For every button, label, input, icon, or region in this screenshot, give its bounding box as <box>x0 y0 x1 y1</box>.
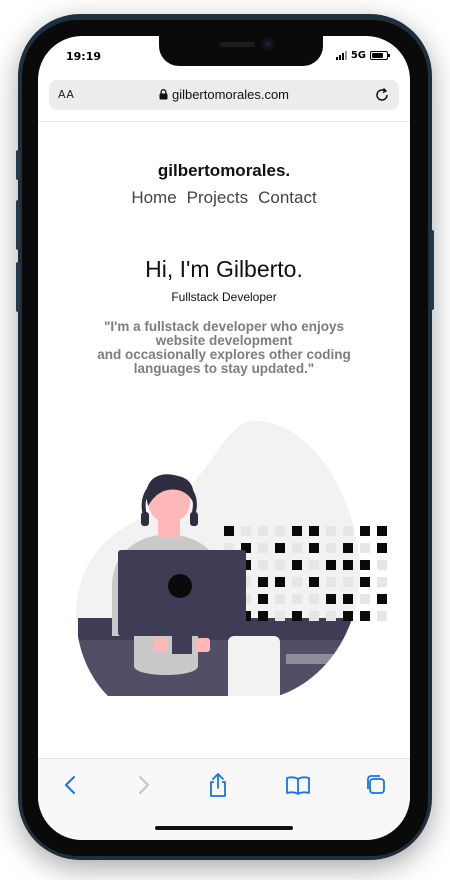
hero-title: Hi, I'm Gilberto. <box>145 256 303 282</box>
code-pixel <box>275 594 285 604</box>
code-pixel <box>258 577 268 587</box>
code-pixel <box>258 611 268 621</box>
code-pixel <box>258 560 268 570</box>
code-pixel <box>292 594 302 604</box>
phone-screen: 19:19 5G AA gilbertomorales.com gilberto… <box>38 36 410 840</box>
phone-side-button <box>16 150 20 180</box>
front-camera <box>262 38 274 50</box>
code-pixel <box>292 543 302 553</box>
code-pixel <box>292 577 302 587</box>
status-time: 19:19 <box>66 50 102 63</box>
code-pixel <box>377 611 387 621</box>
hero-subtitle: Fullstack Developer <box>171 290 277 304</box>
network-label: 5G <box>350 50 366 61</box>
site-nav: Home Projects Contact <box>38 188 410 208</box>
quote-line: "I'm a fullstack developer who enjoys <box>104 319 344 334</box>
code-pixel <box>343 611 353 621</box>
url-text: gilbertomorales.com <box>171 87 290 102</box>
code-pixel <box>326 594 336 604</box>
speaker-grille <box>219 42 255 47</box>
code-pixel <box>360 611 370 621</box>
code-pixel <box>360 560 370 570</box>
url-field[interactable]: gilbertomorales.com <box>49 87 399 102</box>
code-pixel <box>343 594 353 604</box>
code-pixel <box>377 577 387 587</box>
code-pixel <box>275 611 285 621</box>
nav-contact[interactable]: Contact <box>258 188 317 208</box>
notch <box>159 36 323 66</box>
code-pixel <box>326 543 336 553</box>
phone-volume-down <box>16 262 20 312</box>
forward-button[interactable] <box>130 771 158 799</box>
forward-icon <box>139 776 149 794</box>
code-pixel <box>309 594 319 604</box>
code-pixel <box>258 594 268 604</box>
code-pixel <box>360 543 370 553</box>
bookmarks-icon <box>286 776 310 795</box>
code-pixel <box>275 560 285 570</box>
code-pixel <box>292 611 302 621</box>
developer-illustration <box>76 420 387 697</box>
code-pixel <box>343 543 353 553</box>
code-pixel <box>377 543 387 553</box>
toolbar-divider <box>38 121 410 122</box>
code-pixel <box>275 577 285 587</box>
code-pixel <box>326 526 336 536</box>
battery-icon <box>370 51 390 60</box>
code-pixel <box>377 560 387 570</box>
phone-volume-up <box>16 200 20 250</box>
bookmarks-button[interactable] <box>284 771 312 799</box>
code-pixel <box>309 526 319 536</box>
code-pixel <box>377 594 387 604</box>
code-pixel <box>360 594 370 604</box>
share-icon <box>210 773 226 797</box>
lock-icon <box>159 89 168 100</box>
quote-line: languages to stay updated." <box>133 361 315 376</box>
code-pixel <box>326 560 336 570</box>
code-pixel <box>309 543 319 553</box>
code-pixel <box>275 543 285 553</box>
back-icon <box>65 776 75 794</box>
code-pixel <box>360 526 370 536</box>
code-pixel <box>224 526 234 536</box>
code-pixel <box>377 526 387 536</box>
code-pixel <box>343 560 353 570</box>
tabs-icon <box>367 775 385 794</box>
code-pixel <box>241 526 251 536</box>
code-pixel <box>309 611 319 621</box>
code-pixel <box>326 611 336 621</box>
quote-line: and occasionally explores other coding <box>97 347 351 362</box>
code-pixel <box>360 577 370 587</box>
signal-icon <box>335 51 347 60</box>
code-pixel <box>343 577 353 587</box>
code-pixel <box>309 560 319 570</box>
tabs-button[interactable] <box>362 771 390 799</box>
code-pixel <box>292 560 302 570</box>
code-pixel <box>258 526 268 536</box>
reload-icon[interactable] <box>373 86 391 104</box>
status-indicators: 5G <box>335 50 390 61</box>
nav-home[interactable]: Home <box>131 188 176 208</box>
share-button[interactable] <box>204 771 232 799</box>
quote-line: website development <box>155 333 293 348</box>
code-pixel <box>326 577 336 587</box>
intro-quote: "I'm a fullstack developer who enjoys we… <box>68 320 380 376</box>
code-pixel <box>309 577 319 587</box>
address-bar[interactable]: AA gilbertomorales.com <box>49 80 399 110</box>
phone-power-button <box>430 230 434 310</box>
code-pixel <box>343 526 353 536</box>
code-pixel <box>258 543 268 553</box>
nav-projects[interactable]: Projects <box>187 188 248 208</box>
code-pixel <box>292 526 302 536</box>
site-brand[interactable]: gilbertomorales. <box>38 161 410 181</box>
back-button[interactable] <box>56 771 84 799</box>
code-pixel <box>275 526 285 536</box>
home-indicator[interactable] <box>155 826 293 830</box>
